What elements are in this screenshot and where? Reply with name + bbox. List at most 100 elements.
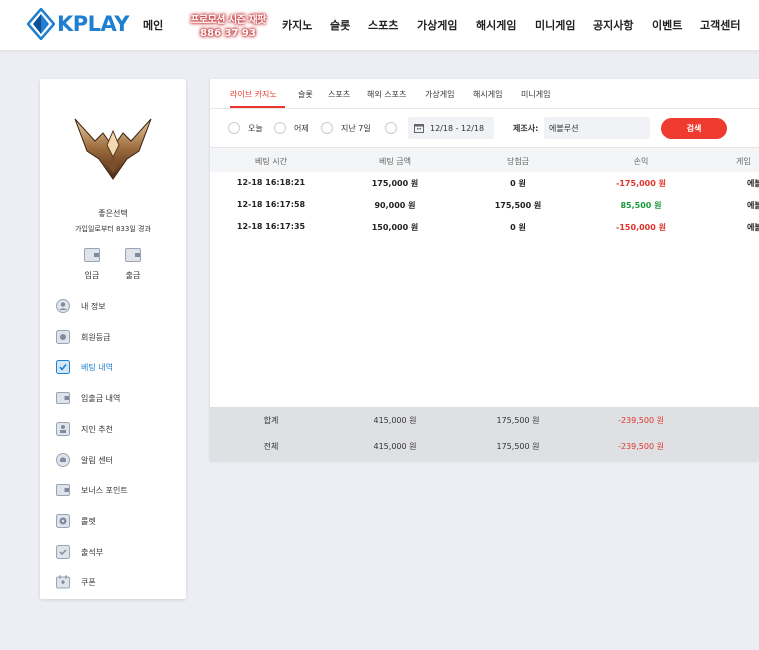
radio-label: 어제 xyxy=(294,123,309,133)
radio-today[interactable]: 오늘 xyxy=(228,122,263,134)
game-name: 에볼 xyxy=(747,179,759,188)
top-header: KPLAY 메인 프로모션 시즌 재팟 886 37 93 카지노 슬롯 스포츠… xyxy=(0,0,759,51)
sidebar-item-label: 보너스 포인트 xyxy=(81,485,128,495)
summary-profit: -239,500 원 xyxy=(618,416,664,425)
date-range-text: 12/18 - 12/18 xyxy=(430,123,485,133)
game-name: 에볼 xyxy=(747,201,759,210)
search-button[interactable]: 검색 xyxy=(661,118,727,139)
nav-casino[interactable]: 카지노 xyxy=(282,17,312,33)
mypage-sidebar: 좋은선택 가입일로부터 833일 경과 입금 출금 내 정보 회원등급 베팅 내… xyxy=(40,79,186,599)
sidebar-item-notification-center[interactable]: 알림 센터 xyxy=(56,451,113,469)
sidebar-item-label: 입출금 내역 xyxy=(81,393,121,403)
tab-sports[interactable]: 스포츠 xyxy=(328,89,350,100)
nav-mini-game[interactable]: 미니게임 xyxy=(535,17,575,33)
summary-row-total: 전체 415,000 원 175,500 원 -239,500 원 xyxy=(210,435,759,457)
bet-time: 12-18 16:18:21 xyxy=(236,178,306,187)
tab-live-casino[interactable]: 라이브 카지노 xyxy=(230,89,277,100)
radio-custom-range[interactable] xyxy=(385,122,397,134)
deposit-label: 입금 xyxy=(84,271,100,280)
bet-amount: 90,000 원 xyxy=(374,201,416,210)
table-summary: 합계 415,000 원 175,500 원 -239,500 원 전체 415… xyxy=(210,407,759,460)
summary-row-subtotal: 합계 415,000 원 175,500 원 -239,500 원 xyxy=(210,409,759,431)
nav-virtual-game[interactable]: 가상게임 xyxy=(417,17,457,33)
summary-bet: 415,000 원 xyxy=(373,416,417,425)
win-amount: 0 원 xyxy=(510,223,526,232)
sidebar-item-coupon[interactable]: 쿠폰 xyxy=(56,573,96,591)
radio-circle xyxy=(228,122,240,134)
withdraw-label: 출금 xyxy=(125,271,141,280)
calendar-icon xyxy=(414,124,424,133)
deposit-icon xyxy=(84,248,100,262)
profit-loss: 85,500 원 xyxy=(620,201,662,210)
withdraw-icon xyxy=(125,248,141,262)
tab-slot[interactable]: 슬롯 xyxy=(298,89,313,100)
date-range-picker[interactable]: 12/18 - 12/18 xyxy=(408,117,494,139)
nav-hash-game[interactable]: 해시게임 xyxy=(476,17,516,33)
nav-main[interactable]: 메인 xyxy=(143,17,163,33)
betting-history-panel: 라이브 카지노 슬롯 스포츠 해외 스포츠 가상게임 해시게임 미니게임 오늘 … xyxy=(210,79,759,460)
coupon-icon xyxy=(56,575,70,589)
tab-overseas-sports[interactable]: 해외 스포츠 xyxy=(367,89,406,100)
sidebar-item-label: 쿠폰 xyxy=(81,577,96,587)
logo-text: KPLAY xyxy=(57,12,130,36)
rank-emblem-icon xyxy=(74,118,152,180)
attendance-icon xyxy=(56,545,70,559)
column-header-win: 당첨금 xyxy=(506,157,530,166)
user-nickname: 좋은선택 xyxy=(98,209,128,218)
member-since: 가입일로부터 833일 경과 xyxy=(75,225,151,233)
vendor-input[interactable] xyxy=(544,117,650,139)
nav-support[interactable]: 고객센터 xyxy=(700,17,740,33)
sidebar-item-label: 알림 센터 xyxy=(81,455,113,465)
radio-circle xyxy=(385,122,397,134)
radio-last-7-days[interactable]: 지난 7일 xyxy=(321,122,371,134)
deposit-button[interactable]: 입금 xyxy=(77,247,107,281)
win-amount: 0 원 xyxy=(510,179,526,188)
nav-slot[interactable]: 슬롯 xyxy=(330,17,350,33)
vendor-label: 제조사: xyxy=(513,124,539,133)
sidebar-item-my-info[interactable]: 내 정보 xyxy=(56,297,106,315)
bell-icon xyxy=(56,453,70,467)
promo-text: 프로모션 시즌 재팟 xyxy=(190,15,266,26)
tab-virtual-game[interactable]: 가상게임 xyxy=(425,89,454,100)
bet-amount: 150,000 원 xyxy=(371,223,419,232)
column-header-bet: 베팅 금액 xyxy=(379,157,411,166)
table-row[interactable]: 12-18 16:18:21 175,000 원 0 원 -175,000 원 … xyxy=(210,172,759,194)
sidebar-item-member-grade[interactable]: 회원등급 xyxy=(56,328,110,346)
table-row[interactable]: 12-18 16:17:58 90,000 원 175,500 원 85,500… xyxy=(210,194,759,216)
bet-time: 12-18 16:17:35 xyxy=(236,222,306,231)
site-logo[interactable]: KPLAY xyxy=(27,8,130,40)
sidebar-item-attendance[interactable]: 출석부 xyxy=(56,543,103,561)
nav-event[interactable]: 이벤트 xyxy=(652,17,682,33)
column-header-time: 베팅 시간 xyxy=(255,157,287,166)
sidebar-item-bonus-points[interactable]: 보너스 포인트 xyxy=(56,481,128,499)
sidebar-item-roulette[interactable]: 룰렛 xyxy=(56,512,96,530)
sidebar-item-transaction-history[interactable]: 입출금 내역 xyxy=(56,389,120,407)
logo-diamond-icon xyxy=(27,8,55,40)
sidebar-item-betting-history[interactable]: 베팅 내역 xyxy=(56,358,113,376)
tab-mini-game[interactable]: 미니게임 xyxy=(521,89,550,100)
tab-hash-game[interactable]: 해시게임 xyxy=(473,89,502,100)
roulette-icon xyxy=(56,514,70,528)
table-row[interactable]: 12-18 16:17:35 150,000 원 0 원 -150,000 원 … xyxy=(210,216,759,238)
sidebar-item-referral[interactable]: 지인 추천 xyxy=(56,420,113,438)
summary-label: 합계 xyxy=(263,416,279,425)
radio-circle xyxy=(321,122,333,134)
summary-profit: -239,500 원 xyxy=(618,442,664,451)
profit-loss: -150,000 원 xyxy=(616,223,666,232)
table-header: 베팅 시간 베팅 금액 당첨금 손익 게임 xyxy=(210,147,759,172)
nav-notice[interactable]: 공지사항 xyxy=(593,17,633,33)
withdraw-button[interactable]: 출금 xyxy=(118,247,148,281)
summary-win: 175,500 원 xyxy=(496,416,540,425)
wallet-icon xyxy=(56,392,70,404)
nav-sports[interactable]: 스포츠 xyxy=(368,17,398,33)
promo-banner[interactable]: 프로모션 시즌 재팟 886 37 93 xyxy=(180,14,276,40)
column-header-game: 게임 xyxy=(736,157,751,166)
badge-icon xyxy=(56,330,70,344)
promo-number: 886 37 93 xyxy=(200,28,256,39)
sidebar-item-label: 회원등급 xyxy=(81,332,111,342)
summary-win: 175,500 원 xyxy=(496,442,540,451)
summary-label: 전체 xyxy=(263,442,279,451)
summary-bet: 415,000 원 xyxy=(373,442,417,451)
bet-amount: 175,000 원 xyxy=(371,179,419,188)
radio-yesterday[interactable]: 어제 xyxy=(274,122,309,134)
